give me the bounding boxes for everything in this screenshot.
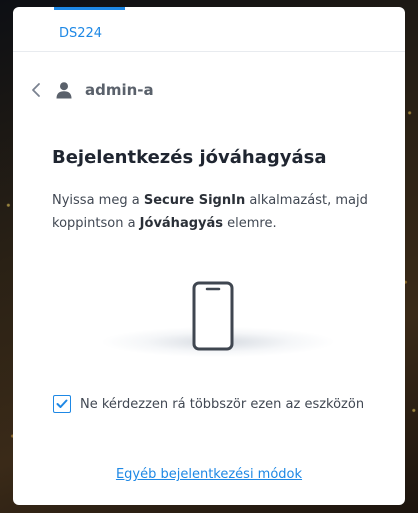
checkmark-icon (56, 399, 68, 408)
login-card: DS224 admin-a Bejelentkezés jóváhagyása … (13, 7, 405, 505)
instruction-text: Nyissa meg a Secure SignIn alkalmazást, … (52, 189, 382, 235)
active-tab-indicator (54, 7, 125, 10)
tab-label: DS224 (59, 26, 103, 41)
instruction-action-name: Jóváhagyás (139, 216, 224, 231)
remember-device-label: Ne kérdezzen rá többször ezen az eszközö… (80, 396, 365, 412)
smartphone-icon (192, 281, 234, 351)
instruction-part-3: elemre. (223, 216, 277, 231)
account-row: admin-a (29, 79, 154, 101)
other-login-methods-link[interactable]: Egyéb bejelentkezési módok (13, 467, 405, 482)
instruction-app-name: Secure SignIn (143, 193, 246, 208)
chevron-left-icon[interactable] (29, 81, 43, 99)
phone-illustration (103, 275, 333, 365)
remember-device-option[interactable]: Ne kérdezzen rá többször ezen az eszközö… (53, 395, 364, 413)
page-title: Bejelentkezés jóváhagyása (52, 147, 327, 168)
remember-device-checkbox[interactable] (53, 395, 71, 413)
instruction-part-1: Nyissa meg a (52, 193, 144, 208)
account-name: admin-a (85, 81, 154, 99)
user-icon (56, 82, 72, 99)
header-divider (13, 51, 405, 52)
tab-ds224[interactable]: DS224 (54, 7, 125, 51)
